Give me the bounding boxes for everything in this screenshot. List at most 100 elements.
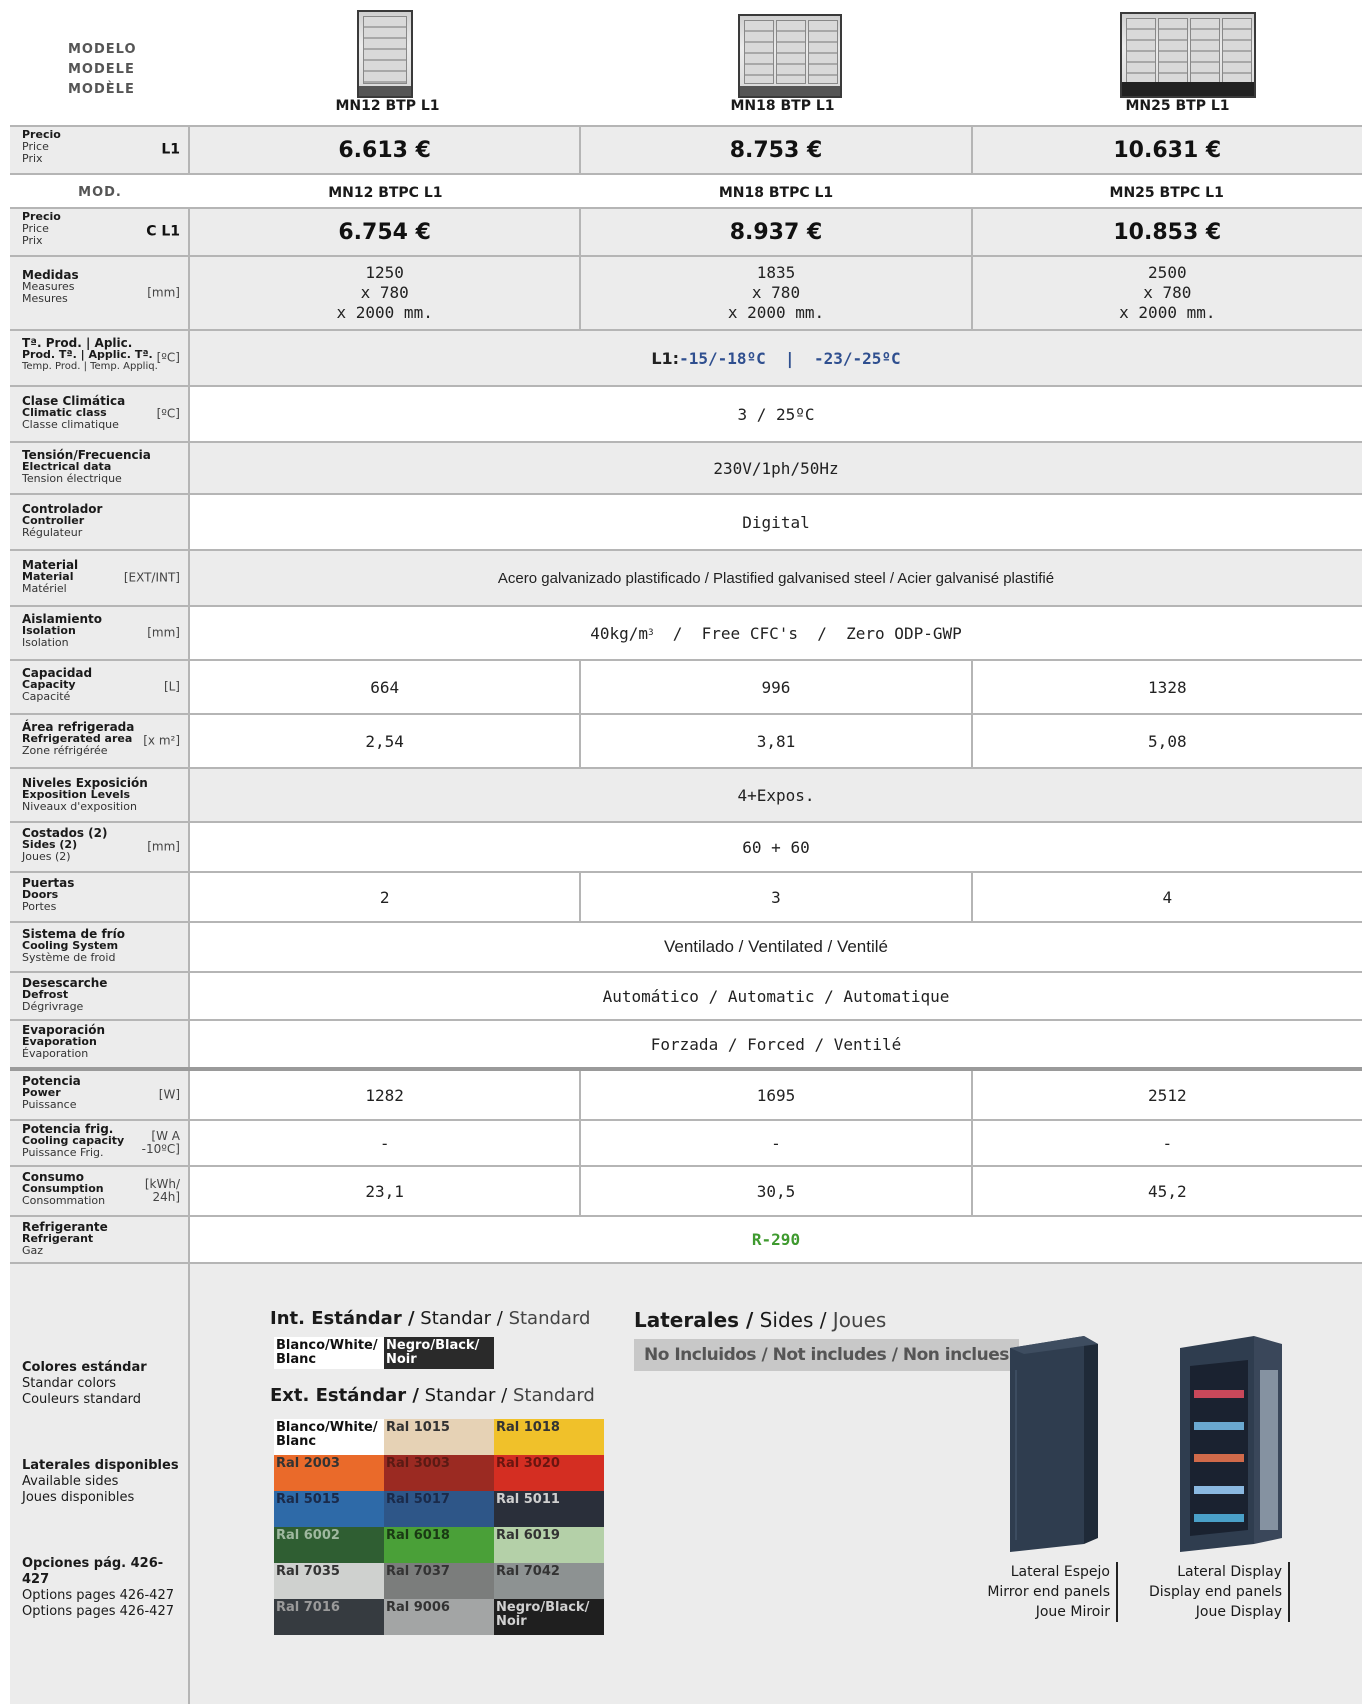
capacity-value: 1328 (972, 661, 1362, 713)
model-name-2: MN18 BTP L1 (730, 98, 835, 114)
label-es: Opciones pág. 426-427 (22, 1556, 164, 1587)
unit: [ºC] (156, 350, 180, 365)
measure-depth: x 780 (360, 283, 409, 302)
row-label: Consumo Consumption Consommation [kWh/24… (10, 1167, 190, 1215)
measure-cell: 2500 x 780 x 2000 mm. (972, 257, 1362, 329)
row-label: Puertas Doors Portes (10, 873, 190, 921)
mod-model-3: MN25 BTPC L1 (1109, 185, 1224, 201)
label-fr: Tension électrique (22, 472, 122, 485)
row-label: Material Material Matériel [EXT/INT] (10, 551, 190, 605)
mod-label: MOD. (78, 185, 122, 200)
power-value: 2512 (972, 1071, 1362, 1119)
unit: [EXT/INT] (123, 570, 180, 585)
cooling-capacity-value: - (581, 1121, 973, 1165)
color-swatch: Ral 7016 (274, 1599, 384, 1635)
color-swatch: Ral 1018 (494, 1419, 604, 1455)
color-swatch: Ral 1015 (384, 1419, 494, 1455)
insulation-density: 40kg/m (590, 623, 649, 643)
row-mod: MOD. MN12 BTPC L1 MN18 BTPC L1 MN25 BTPC… (10, 182, 1362, 204)
row-capacity: Capacidad Capacity Capacité [L] 664 996 … (10, 661, 1362, 715)
row-label: Tª. Prod. | Aplic. Prod. Tª. | Applic. T… (10, 331, 190, 385)
not-included-badge: No Incluidos / Not includes / Non inclue… (634, 1339, 1019, 1371)
price-value: 8.937 € (581, 209, 973, 255)
defrost-value: Automático / Automatic / Automatique (190, 973, 1362, 1019)
measure-width: 2500 (1148, 263, 1187, 282)
title-fr: Standard (502, 1308, 591, 1329)
row-controller: Controlador Controller Régulateur Digita… (10, 495, 1362, 551)
color-swatch: Blanco/White/ Blanc (274, 1419, 384, 1455)
color-swatch: Blanco/White/ Blanc (274, 1337, 384, 1369)
area-value: 5,08 (972, 715, 1362, 767)
color-swatch: Ral 7037 (384, 1563, 494, 1599)
measure-cell: 1250 x 780 x 2000 mm. (190, 257, 582, 329)
unit: [L] (163, 679, 180, 694)
temperature-range: -15/-18ºC | -23/-25ºC (679, 348, 901, 368)
measure-height: x 2000 mm. (727, 303, 825, 322)
color-swatch: Ral 5017 (384, 1491, 494, 1527)
product-image-mn18 (735, 10, 845, 98)
product-image-mn12 (355, 6, 415, 98)
unit: [ºC] (156, 406, 180, 421)
unit: [mm] (147, 625, 180, 640)
unit: [mm] (147, 839, 180, 854)
row-price-l1: Precio Price Prix L1 6.613 € 8.753 € 10.… (10, 125, 1362, 175)
doors-value: 3 (581, 873, 973, 921)
consumption-value: 45,2 (972, 1167, 1362, 1215)
consumption-value: 30,5 (581, 1167, 973, 1215)
electrical-value: 230V/1ph/50Hz (190, 443, 1362, 493)
unit-line-2: -10ºC] (141, 1142, 180, 1156)
title-en: Standar / (414, 1308, 503, 1329)
unit: C L1 (146, 223, 180, 240)
color-swatch: Ral 6002 (274, 1527, 384, 1563)
row-sides: Costados (2) Sides (2) Joues (2) [mm] 60… (10, 823, 1362, 873)
row-insulation: Aislamiento Isolation Isolation [mm] 40k… (10, 607, 1362, 661)
unit-line-1: [kWh/ (144, 1177, 180, 1191)
cooling-capacity-value: - (190, 1121, 582, 1165)
title-fr: Joues (826, 1308, 887, 1332)
display-end-panel-caption: Lateral Display Display end panels Joue … (1130, 1562, 1290, 1622)
label-es: Laterales disponibles (22, 1458, 179, 1473)
title-es: Ext. Estándar / (270, 1385, 419, 1406)
label-fr: Système de froid (22, 951, 116, 964)
model-label-es: MODELO (68, 42, 137, 57)
sides-title: Laterales / Sides / Joues (634, 1308, 886, 1332)
caption-es: Lateral Display (1177, 1564, 1282, 1580)
controller-value: Digital (190, 495, 1362, 549)
caption-en: Display end panels (1148, 1584, 1282, 1600)
color-swatch: Ral 5015 (274, 1491, 384, 1527)
row-label: Tensión/Frecuencia Electrical data Tensi… (10, 443, 190, 493)
doors-value: 2 (190, 873, 582, 921)
row-climate-class: Clase Climática Climatic class Classe cl… (10, 387, 1362, 443)
label-es: Colores estándar (22, 1360, 147, 1375)
row-label: Desescarche Defrost Dégrivrage (10, 973, 190, 1019)
label-fr: Évaporation (22, 1047, 89, 1060)
bottom-labels: Colores estándar Standar colors Couleurs… (10, 1264, 190, 1704)
capacity-value: 664 (190, 661, 582, 713)
row-exposition-levels: Niveles Exposición Exposition Levels Niv… (10, 769, 1362, 823)
row-material: Material Material Matériel [EXT/INT] Ace… (10, 551, 1362, 607)
label-sides: Laterales disponibles Available sides Jo… (22, 1458, 188, 1506)
title-es: Int. Estándar / (270, 1308, 415, 1329)
row-price-cl1: Precio Price Prix C L1 6.754 € 8.937 € 1… (10, 207, 1362, 257)
mirror-end-panel-caption: Lateral Espejo Mirror end panels Joue Mi… (960, 1562, 1118, 1622)
model-name-3: MN25 BTP L1 (1125, 98, 1230, 114)
row-cooling-capacity: Potencia frig. Cooling capacity Puissanc… (10, 1121, 1362, 1167)
row-measures: Medidas Measures Mesures [mm] 1250 x 780… (10, 257, 1362, 331)
row-refrigerant: Refrigerante Refrigerant Gaz R-290 (10, 1217, 1362, 1264)
row-refrigerated-area: Área refrigerada Refrigerated area Zone … (10, 715, 1362, 769)
color-swatch: Ral 2003 (274, 1455, 384, 1491)
sides-value: 60 + 60 (190, 823, 1362, 871)
product-image-mn25 (1118, 8, 1258, 98)
unit: [W] (158, 1087, 180, 1102)
label-fr: Capacité (22, 690, 71, 703)
row-label: Precio Price Prix L1 (10, 127, 190, 173)
cooling-capacity-value: - (972, 1121, 1362, 1165)
label-en: Refrigerant (22, 1232, 94, 1245)
mirror-end-panel-image (1004, 1330, 1114, 1555)
row-label: Potencia frig. Cooling capacity Puissanc… (10, 1121, 190, 1165)
caption-fr: Joue Display (1195, 1604, 1282, 1620)
consumption-value: 23,1 (190, 1167, 582, 1215)
unit: [mm] (147, 285, 180, 300)
color-swatch: Ral 6018 (384, 1527, 494, 1563)
row-label: Refrigerante Refrigerant Gaz (10, 1217, 190, 1262)
